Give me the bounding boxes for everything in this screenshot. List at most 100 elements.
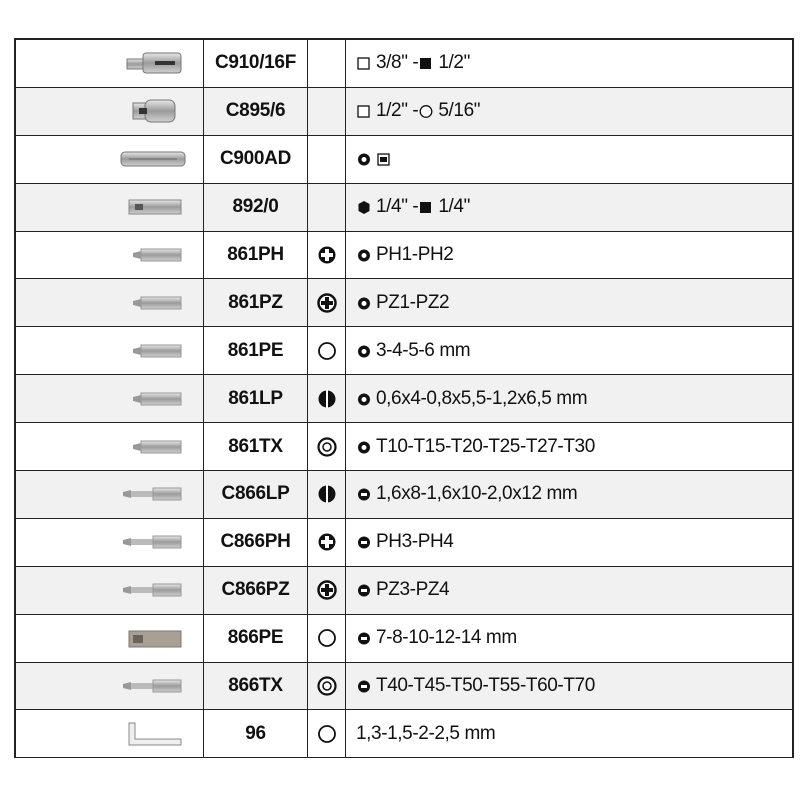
size-text: 1/4" - <box>376 196 419 218</box>
size-text: 1/2" <box>438 52 470 74</box>
tool-image-cell <box>16 183 204 231</box>
long-bit-marker-icon <box>356 486 372 502</box>
tool-image-cell <box>16 614 204 662</box>
bit-long-image <box>119 527 189 557</box>
size-text: 7-8-10-12-14 mm <box>376 627 517 649</box>
square-open-icon <box>356 55 372 71</box>
bit-marker-icon <box>356 439 372 455</box>
drive-type-cell <box>308 327 346 375</box>
bit-short-image <box>119 432 189 462</box>
size-description <box>346 136 792 183</box>
table-row: 861PZ PZ1-PZ2 <box>16 279 792 328</box>
size-description: 1,6x8-1,6x10-2,0x12 mm <box>346 471 792 518</box>
tool-image-cell <box>16 566 204 614</box>
drive-type-cell <box>308 375 346 423</box>
size-text: T10-T15-T20-T25-T27-T30 <box>376 435 595 457</box>
size-description: PH3-PH4 <box>346 519 792 566</box>
hex-icon <box>317 341 337 361</box>
size-text: 1,3-1,5-2-2,5 mm <box>356 722 496 744</box>
size-description: 0,6x4-0,8x5,5-1,2x6,5 mm <box>346 375 792 422</box>
bit-short-image <box>119 240 189 270</box>
product-code: C895/6 <box>204 87 308 135</box>
size-text: 0,6x4-0,8x5,5-1,2x6,5 mm <box>376 387 588 409</box>
slotted-icon <box>317 389 337 409</box>
size-description: T40-T45-T50-T55-T60-T70 <box>346 663 792 710</box>
size-description: PH1-PH2 <box>346 232 792 279</box>
size-text: PH1-PH2 <box>376 244 454 265</box>
tool-image-cell <box>16 423 204 471</box>
table-row: 866TX T40-T45-T50-T55-T60-T70 <box>16 662 792 711</box>
table-row: C866LP 1,6x8-1,6x10-2,0x12 mm <box>16 471 792 519</box>
product-code: 861TX <box>204 423 308 471</box>
product-code: 861LP <box>204 375 308 423</box>
torx-icon <box>316 676 337 696</box>
hexagon-filled-icon <box>356 199 372 215</box>
table-row: C910/16F 3/8" - 1/2" <box>16 40 792 88</box>
product-code: 861PH <box>204 231 308 279</box>
pozidriv-icon <box>316 580 337 600</box>
size-text: PZ3-PZ4 <box>376 579 450 601</box>
bit-marker-icon <box>356 343 372 359</box>
product-code: C866PZ <box>204 566 308 614</box>
bit-long-image <box>119 671 189 701</box>
bit-short-image <box>119 384 189 414</box>
hex-key-image <box>119 719 189 749</box>
size-description: 3-4-5-6 mm <box>346 327 792 374</box>
product-code: 861PZ <box>204 279 308 327</box>
impact-marker-icon <box>376 151 392 167</box>
tool-image-cell <box>16 87 204 135</box>
table-row: 861PH PH1-PH2 <box>16 231 792 280</box>
bit-long-image <box>119 479 189 509</box>
drive-type-cell <box>308 662 346 710</box>
bit-marker-icon <box>356 247 372 263</box>
size-description: 3/8" - 1/2" <box>346 40 792 87</box>
drive-type-cell <box>308 614 346 662</box>
product-code: 96 <box>204 710 308 758</box>
drive-type-cell <box>308 710 346 758</box>
size-description: 1/2" - 5/16" <box>346 88 792 135</box>
tool-image-cell <box>16 662 204 710</box>
product-code: C866PH <box>204 518 308 566</box>
hexagon-open-icon <box>418 103 434 119</box>
drive-type-cell <box>308 471 346 518</box>
bit-short-image <box>119 288 189 318</box>
drive-type-cell <box>308 231 346 279</box>
tool-image-cell <box>16 375 204 423</box>
long-bit-marker-icon <box>356 630 372 646</box>
drive-type-cell <box>308 423 346 471</box>
adapter-hex-image <box>119 192 189 222</box>
bit-long-image <box>119 575 189 605</box>
tool-image-cell <box>16 327 204 375</box>
tool-image-cell <box>16 135 204 183</box>
product-code: 866TX <box>204 662 308 710</box>
size-text: 5/16" <box>438 100 481 122</box>
adapter-socket-image <box>119 96 189 126</box>
drive-type-cell <box>308 279 346 327</box>
bit-holder-image <box>119 144 189 174</box>
hex-icon <box>317 724 337 744</box>
tool-image-cell <box>16 40 204 87</box>
tool-image-cell <box>16 231 204 279</box>
size-description: PZ3-PZ4 <box>346 567 792 614</box>
bit-marker-icon <box>356 391 372 407</box>
product-code: C900AD <box>204 135 308 183</box>
product-code: C910/16F <box>204 40 308 87</box>
table-row: 861PE 3-4-5-6 mm <box>16 327 792 376</box>
hex-icon <box>317 628 337 648</box>
drive-type-cell <box>308 183 346 231</box>
long-bit-marker-icon <box>356 534 372 550</box>
square-open-icon <box>356 103 372 119</box>
table-row: 96 1,3-1,5-2-2,5 mm <box>16 710 792 759</box>
tool-image-cell <box>16 279 204 327</box>
square-filled-icon <box>418 55 434 71</box>
bit-short-image <box>119 336 189 366</box>
table-row: 866PE 7-8-10-12-14 mm <box>16 614 792 663</box>
tool-image-cell <box>16 471 204 518</box>
square-filled-icon <box>418 199 434 215</box>
phillips-icon <box>317 532 337 552</box>
size-text: T40-T45-T50-T55-T60-T70 <box>376 675 595 697</box>
size-description: 1,3-1,5-2-2,5 mm <box>346 710 792 757</box>
product-code: C866LP <box>204 471 308 518</box>
pozidriv-icon <box>316 293 337 313</box>
slotted-icon <box>317 484 337 504</box>
